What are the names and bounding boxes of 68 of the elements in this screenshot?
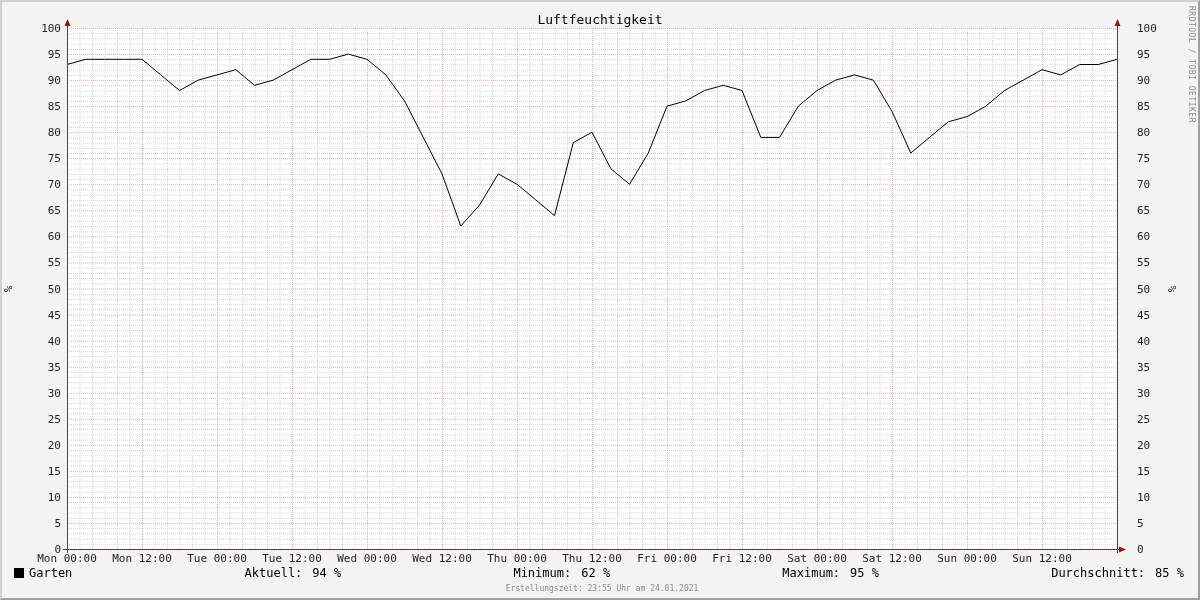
y-axis-label: 20 xyxy=(47,438,61,452)
y-axis-label: 30 xyxy=(47,386,61,400)
y-axis-label: 80 xyxy=(1137,126,1151,140)
y-axis-label: 65 xyxy=(1137,204,1151,218)
y-axis-label: 80 xyxy=(47,126,61,140)
y-axis-label: 30 xyxy=(1137,386,1151,400)
y-axis-label: 35 xyxy=(1137,360,1151,374)
y-axis-label: 25 xyxy=(1137,412,1151,426)
y-axis-label: 75 xyxy=(47,152,61,166)
stat-value: 62 % xyxy=(581,566,611,580)
legend-label: Garten xyxy=(29,566,73,580)
y-axis-label: 85 xyxy=(47,100,61,114)
y-axis-label: 0 xyxy=(1137,543,1144,556)
y-axis-label: 60 xyxy=(1137,230,1151,244)
y-axis-label: 90 xyxy=(1137,74,1151,88)
y-axis-label: 40 xyxy=(47,334,61,348)
y-axis-label: 65 xyxy=(47,204,61,218)
y-axis-label: 45 xyxy=(1137,308,1151,322)
x-axis-label: Sat 00:00 xyxy=(787,552,847,565)
y-axis-label: 15 xyxy=(1137,464,1151,478)
y-axis-label: 15 xyxy=(47,464,61,478)
stat-value: 85 % xyxy=(1155,566,1184,580)
stat-label: Durchschnitt: xyxy=(1051,566,1146,580)
x-axis-label: Fri 12:00 xyxy=(712,552,772,565)
y-axis-label: 40 xyxy=(1137,334,1151,348)
y-axis-title: % xyxy=(1166,285,1179,293)
y-axis-label: 10 xyxy=(1137,490,1151,504)
y-axis-label: 90 xyxy=(47,74,61,88)
x-axis-label: Thu 00:00 xyxy=(487,552,547,565)
stat-value: 95 % xyxy=(850,566,879,580)
y-axis-label: 20 xyxy=(1137,438,1151,452)
y-axis-label: 95 xyxy=(1137,48,1151,62)
y-axis-label: 85 xyxy=(1137,100,1151,114)
y-axis-label: 45 xyxy=(47,308,61,322)
y-axis-label: 50 xyxy=(47,282,61,296)
x-axis-label: Fri 00:00 xyxy=(637,552,697,565)
y-axis-label: 75 xyxy=(1137,152,1151,166)
x-axis-label: Wed 12:00 xyxy=(412,552,472,565)
y-axis-label: 70 xyxy=(1137,178,1151,192)
y-axis-label: 60 xyxy=(47,230,61,244)
y-axis-label: 25 xyxy=(47,412,61,426)
stat-label: Minimum: xyxy=(513,566,572,580)
stat-label: Maximum: xyxy=(782,566,841,580)
x-axis-label: Sat 12:00 xyxy=(862,552,922,565)
y-axis-label: 35 xyxy=(47,360,61,374)
y-axis-label: 55 xyxy=(47,256,61,270)
x-axis-label: Tue 12:00 xyxy=(262,552,322,565)
chart-title: Luftfeuchtigkeit xyxy=(537,12,663,27)
x-axis-label: Sun 12:00 xyxy=(1012,552,1072,565)
x-axis-label: Sun 00:00 xyxy=(937,552,997,565)
stat-value: 94 % xyxy=(312,566,342,580)
y-axis-label: 100 xyxy=(1137,22,1157,35)
creation-time: Erstellungszeit: 23:55 Uhr am 24.01.2021 xyxy=(504,584,700,593)
y-axis-label: 5 xyxy=(54,516,61,530)
y-axis-label: 70 xyxy=(47,178,61,192)
y-axis-label: 55 xyxy=(1137,256,1151,270)
y-axis-label: 100 xyxy=(41,22,61,35)
y-axis-label: 50 xyxy=(1137,282,1151,296)
y-axis-label: 5 xyxy=(1137,516,1144,530)
stat-label: Aktuell: xyxy=(244,566,303,580)
x-axis-label: Wed 00:00 xyxy=(337,552,397,565)
y-axis-label: 10 xyxy=(47,490,61,504)
x-axis-label: Mon 12:00 xyxy=(112,552,172,565)
x-axis-label: Tue 00:00 xyxy=(187,552,247,565)
x-axis-label: Thu 12:00 xyxy=(562,552,622,565)
y-axis-title: % xyxy=(2,285,15,293)
y-axis-label: 95 xyxy=(47,48,61,62)
credit-text: RRDTOOL / TOBI OETIKER xyxy=(1186,6,1196,122)
